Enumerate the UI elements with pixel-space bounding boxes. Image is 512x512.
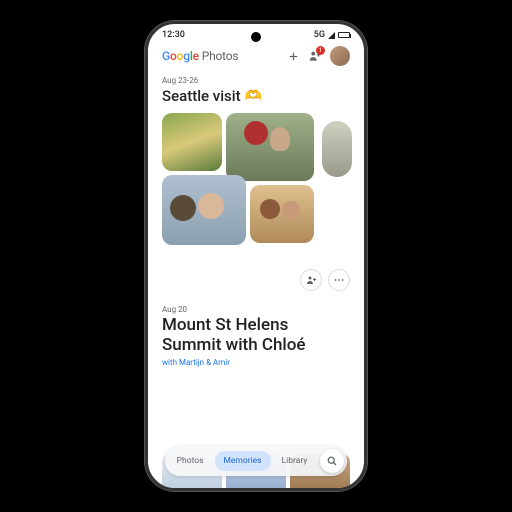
sharing-button[interactable]: 1 bbox=[308, 49, 322, 63]
nav-tab-photos[interactable]: Photos bbox=[168, 451, 213, 471]
status-network: 5G bbox=[314, 30, 325, 40]
nav-tab-library[interactable]: Library bbox=[273, 451, 317, 471]
photo-tile[interactable] bbox=[322, 121, 352, 177]
notification-badge: 1 bbox=[316, 46, 325, 55]
camera-punch-hole bbox=[251, 32, 261, 42]
create-button[interactable] bbox=[286, 49, 300, 63]
photo-tile[interactable] bbox=[162, 175, 246, 245]
photo-collage[interactable] bbox=[162, 113, 352, 263]
nav-tab-memories[interactable]: Memories bbox=[215, 451, 271, 471]
signal-icon bbox=[328, 32, 335, 39]
account-avatar[interactable] bbox=[330, 46, 350, 66]
search-button[interactable] bbox=[320, 449, 344, 473]
memory-date: Aug 23-26 bbox=[162, 76, 350, 85]
google-photos-logo: Google Photos bbox=[162, 49, 238, 63]
bottom-navigation: Photos Memories Library bbox=[148, 446, 364, 476]
battery-icon bbox=[338, 32, 350, 38]
memory-date: Aug 20 bbox=[162, 305, 350, 314]
heart-hands-emoji: 🫶 bbox=[245, 88, 262, 104]
memory-actions bbox=[162, 269, 350, 291]
memories-feed[interactable]: Aug 23-26 Seattle visit 🫶 Aug 20 Mount S… bbox=[148, 76, 364, 367]
photo-tile[interactable] bbox=[250, 185, 314, 243]
shared-with-link[interactable]: with Martijn & Amir bbox=[162, 358, 350, 367]
memory-title[interactable]: Seattle visit 🫶 bbox=[162, 87, 350, 105]
phone-frame: 12:30 5G Google Photos 1 Aug 23-26 Seatt… bbox=[145, 21, 367, 491]
status-time: 12:30 bbox=[162, 30, 185, 40]
photo-tile[interactable] bbox=[226, 113, 314, 181]
memory-title[interactable]: Mount St Helens Summit with Chloé bbox=[162, 316, 350, 355]
more-options-button[interactable] bbox=[328, 269, 350, 291]
photo-tile[interactable] bbox=[162, 113, 222, 171]
add-people-button[interactable] bbox=[300, 269, 322, 291]
app-header: Google Photos 1 bbox=[148, 42, 364, 72]
